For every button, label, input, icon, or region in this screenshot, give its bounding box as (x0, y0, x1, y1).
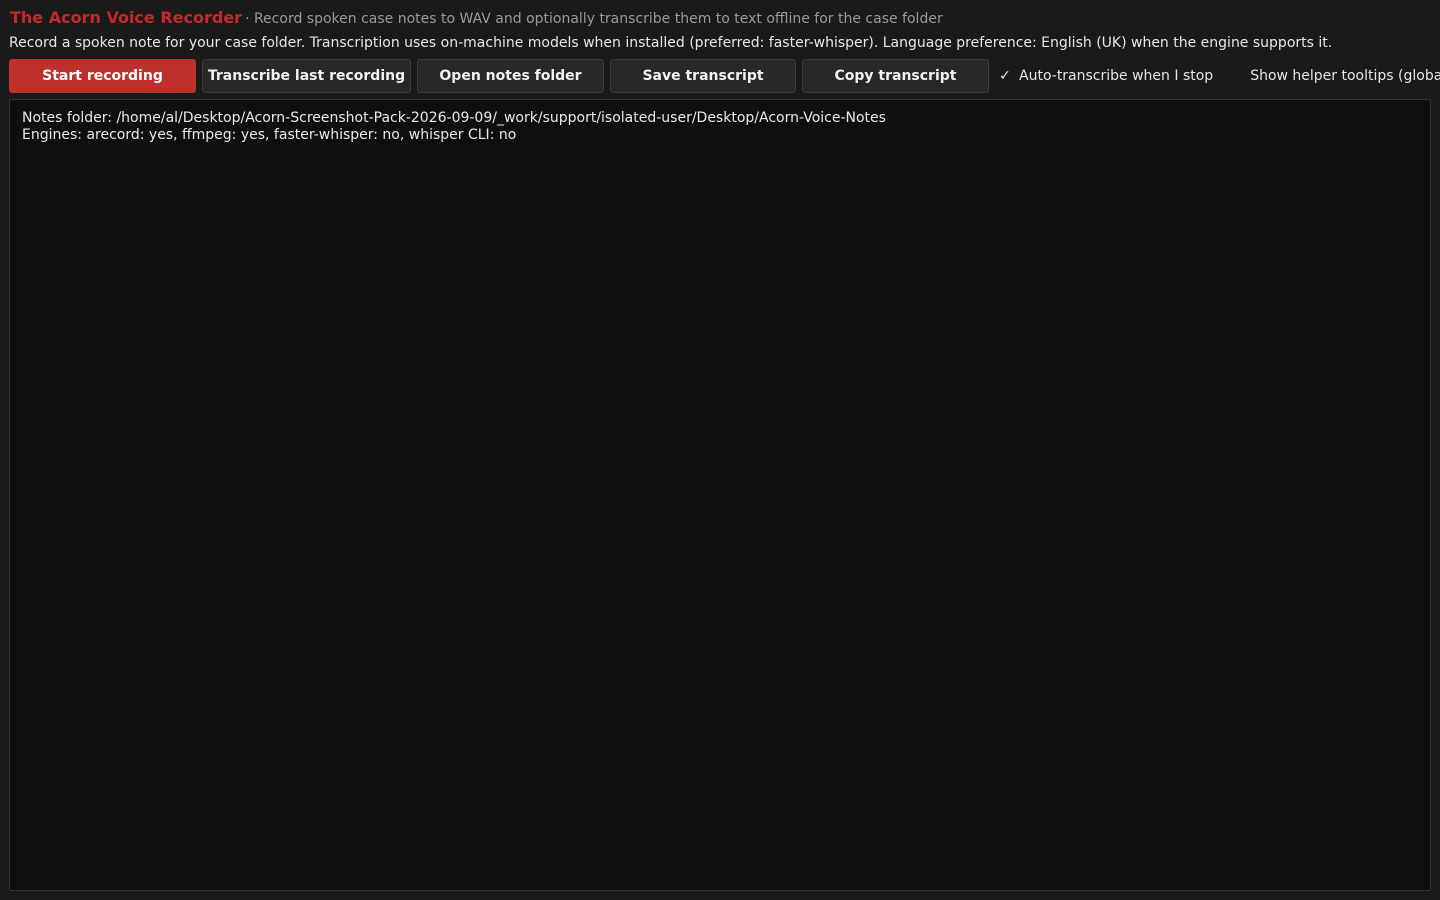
title-row: The Acorn Voice Recorder · Record spoken… (10, 8, 943, 30)
transcribe-last-recording-button[interactable]: Transcribe last recording (202, 59, 411, 93)
description-text: Record a spoken note for your case folde… (9, 35, 1333, 51)
auto-transcribe-checkbox[interactable]: ✓ Auto-transcribe when I stop (997, 68, 1213, 84)
checkbox-empty-icon (1228, 68, 1244, 84)
auto-transcribe-label: Auto-transcribe when I stop (1019, 68, 1214, 84)
app-title: The Acorn Voice Recorder (10, 8, 243, 27)
voice-recorder-window: The Acorn Voice Recorder · Record spoken… (0, 0, 1440, 900)
open-notes-folder-button[interactable]: Open notes folder (417, 59, 604, 93)
toolbar: Start recording Transcribe last recordin… (9, 59, 1440, 93)
start-recording-button[interactable]: Start recording (9, 59, 196, 93)
copy-transcript-button[interactable]: Copy transcript (802, 59, 989, 93)
save-transcript-button[interactable]: Save transcript (610, 59, 796, 93)
output-log[interactable]: Notes folder: /home/al/Desktop/Acorn-Scr… (9, 99, 1431, 891)
helper-tooltips-label: Show helper tooltips (global) (1250, 68, 1440, 84)
app-subtitle: · Record spoken case notes to WAV and op… (245, 11, 943, 27)
checkmark-icon: ✓ (999, 68, 1011, 84)
log-line-engines: Engines: arecord: yes, ffmpeg: yes, fast… (22, 127, 517, 143)
helper-tooltips-checkbox[interactable]: Show helper tooltips (global) (1228, 68, 1440, 84)
log-line-notes-folder: Notes folder: /home/al/Desktop/Acorn-Scr… (22, 110, 886, 126)
